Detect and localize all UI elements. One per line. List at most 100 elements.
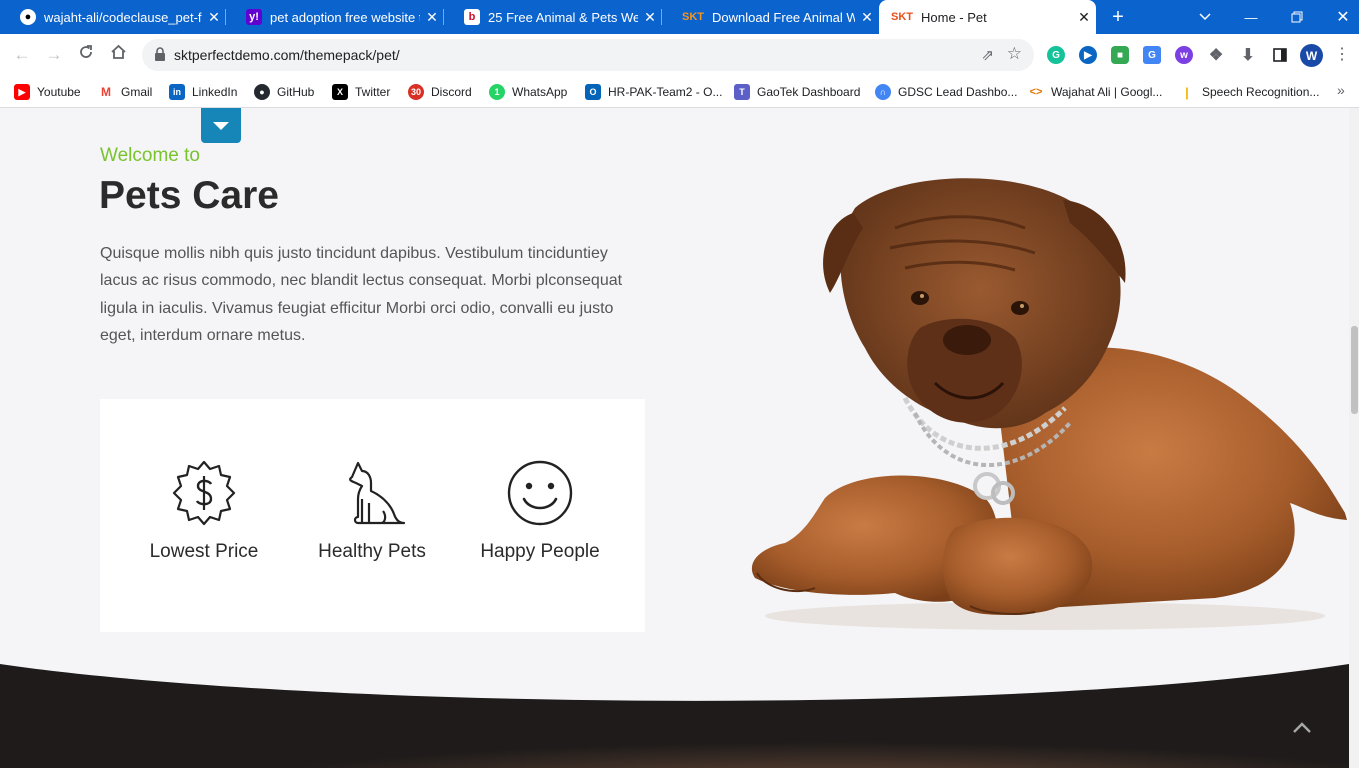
x-icon: X bbox=[332, 84, 348, 100]
scrollbar-thumb[interactable] bbox=[1351, 326, 1358, 414]
tab-github[interactable]: ● wajaht-ali/codeclause_pet-fin ✕ bbox=[0, 0, 226, 34]
bookmark-label: Gmail bbox=[121, 85, 153, 99]
smiley-icon bbox=[507, 460, 573, 526]
feature-healthy-pets: Healthy Pets bbox=[297, 459, 447, 563]
dog-image bbox=[751, 178, 1347, 630]
bookmark-label: LinkedIn bbox=[192, 85, 238, 99]
browser-toolbar: ← → sktperfectdemo.com/themepack/pet/ ⇗ … bbox=[0, 34, 1359, 76]
outlook-icon: O bbox=[585, 84, 601, 100]
features-box: Lowest Price Healthy Pets Happy People bbox=[100, 399, 645, 632]
translate-icon[interactable]: G bbox=[1143, 46, 1161, 64]
feature-label: Happy People bbox=[480, 541, 600, 562]
tab-title: pet adoption free website ter bbox=[270, 9, 420, 25]
extensions-puzzle-icon[interactable]: ❖ bbox=[1207, 46, 1225, 64]
url-text[interactable]: sktperfectdemo.com/themepack/pet/ bbox=[174, 47, 400, 63]
tab-search-button[interactable] bbox=[1182, 0, 1228, 34]
close-icon[interactable]: ✕ bbox=[202, 9, 226, 26]
page-scrollbar[interactable] bbox=[1349, 108, 1359, 768]
home-icon bbox=[110, 44, 126, 59]
bookmark-label: Youtube bbox=[37, 85, 81, 99]
close-icon[interactable]: ✕ bbox=[1072, 9, 1096, 26]
bookmark-label: Speech Recognition... bbox=[1202, 85, 1320, 99]
caret-down-icon bbox=[213, 121, 229, 130]
more-bookmarks-icon[interactable]: » bbox=[1337, 82, 1345, 98]
screen-recorder-icon[interactable]: ▶ bbox=[1079, 46, 1097, 64]
home-button[interactable] bbox=[107, 44, 129, 66]
reload-icon bbox=[80, 45, 92, 58]
bookmark-label: Wajahat Ali | Googl... bbox=[1051, 85, 1163, 99]
bookmark-twitter[interactable]: X Twitter bbox=[332, 82, 390, 102]
dollar-badge-icon bbox=[172, 460, 236, 526]
welcome-subtitle: Welcome to bbox=[100, 145, 200, 166]
tab-download-word[interactable]: SKT Download Free Animal Word ✕ bbox=[662, 0, 879, 34]
download-icon[interactable]: ⬇ bbox=[1239, 46, 1257, 64]
bookmark-star-icon[interactable]: ☆ bbox=[1007, 44, 1022, 64]
back-button[interactable]: ← bbox=[11, 44, 33, 66]
close-icon[interactable]: ✕ bbox=[420, 9, 444, 26]
tab-title: Home - Pet bbox=[921, 9, 987, 25]
extension-purple-icon[interactable]: w bbox=[1175, 46, 1193, 64]
bookmark-label: WhatsApp bbox=[512, 85, 568, 99]
yahoo-icon: y! bbox=[246, 9, 262, 25]
feature-label: Healthy Pets bbox=[318, 541, 426, 562]
chevron-up-icon bbox=[1293, 722, 1311, 733]
github-icon: ● bbox=[20, 9, 36, 25]
bookmark-youtube[interactable]: ▶ Youtube bbox=[14, 82, 81, 102]
code-icon: <> bbox=[1028, 84, 1044, 100]
section-divider-band bbox=[0, 664, 1349, 768]
tab-freeanimal[interactable]: b 25 Free Animal & Pets Websit ✕ bbox=[444, 0, 662, 34]
menu-kebab-icon[interactable]: ⋮ bbox=[1334, 44, 1350, 66]
reload-button[interactable] bbox=[75, 44, 97, 66]
gmail-icon: M bbox=[98, 84, 114, 100]
tab-title: wajaht-ali/codeclause_pet-fin bbox=[44, 9, 202, 25]
scroll-to-top-button[interactable] bbox=[1292, 714, 1312, 740]
youtube-icon: ▶ bbox=[14, 84, 30, 100]
bookmark-github[interactable]: ● GitHub bbox=[254, 82, 314, 102]
address-bar[interactable]: sktperfectdemo.com/themepack/pet/ ⇗ ☆ bbox=[142, 39, 1034, 71]
discord-icon: 30 bbox=[408, 84, 424, 100]
side-panel-icon[interactable] bbox=[1271, 46, 1289, 64]
bookmarks-bar: ▶ Youtube M Gmail in LinkedIn ● GitHub X Twit… bbox=[0, 76, 1359, 108]
bookmark-label: GaoTek Dashboard bbox=[757, 85, 861, 99]
close-icon[interactable]: ✕ bbox=[855, 9, 879, 26]
speech-icon: | bbox=[1179, 84, 1195, 100]
bookmark-label: Twitter bbox=[355, 85, 391, 99]
forward-button[interactable]: → bbox=[43, 44, 65, 66]
hero-description: Quisque mollis nibh quis justo tincidunt… bbox=[100, 245, 623, 344]
restore-button[interactable] bbox=[1274, 0, 1320, 34]
linkedin-icon: in bbox=[169, 84, 185, 100]
close-window-button[interactable]: ✕ bbox=[1320, 0, 1359, 34]
skt-icon: SKT bbox=[682, 11, 704, 23]
bookmark-gdsc[interactable]: ∩ GDSC Lead Dashbo... bbox=[875, 82, 1017, 102]
restore-icon bbox=[1291, 11, 1303, 23]
b-icon: b bbox=[464, 9, 480, 25]
feature-lowest-price: Lowest Price bbox=[129, 459, 279, 563]
bookmark-gmail[interactable]: M Gmail bbox=[98, 82, 152, 102]
avatar[interactable]: W bbox=[1300, 44, 1323, 67]
bookmark-discord[interactable]: 30 Discord bbox=[408, 82, 472, 102]
gdsc-icon: ∩ bbox=[875, 84, 891, 100]
bookmark-label: HR-PAK-Team2 - O... bbox=[608, 85, 723, 99]
minimize-button[interactable]: — bbox=[1228, 0, 1274, 34]
bookmark-wajahat[interactable]: <> Wajahat Ali | Googl... bbox=[1028, 82, 1162, 102]
github-icon: ● bbox=[254, 84, 270, 100]
lock-icon bbox=[155, 47, 165, 61]
bookmark-whatsapp[interactable]: 1 WhatsApp bbox=[489, 82, 567, 102]
bookmark-hr-pak[interactable]: O HR-PAK-Team2 - O... bbox=[585, 82, 722, 102]
extension-green-icon[interactable]: ■ bbox=[1111, 46, 1129, 64]
new-tab-button[interactable]: + bbox=[1106, 5, 1130, 29]
header-toggle-button[interactable] bbox=[201, 108, 241, 143]
share-icon[interactable]: ⇗ bbox=[981, 46, 994, 64]
bookmark-linkedin[interactable]: in LinkedIn bbox=[169, 82, 237, 102]
grammarly-icon[interactable]: G bbox=[1047, 46, 1065, 64]
dog-icon bbox=[349, 461, 406, 525]
tab-home-pet[interactable]: SKT Home - Pet ✕ bbox=[879, 0, 1096, 34]
bookmark-label: GitHub bbox=[277, 85, 315, 99]
close-icon[interactable]: ✕ bbox=[638, 9, 662, 26]
tab-title: 25 Free Animal & Pets Websit bbox=[488, 9, 638, 25]
feature-happy-people: Happy People bbox=[465, 459, 615, 563]
teams-icon: T bbox=[734, 84, 750, 100]
tab-yahoo[interactable]: y! pet adoption free website ter ✕ bbox=[226, 0, 444, 34]
bookmark-speech[interactable]: | Speech Recognition... bbox=[1179, 82, 1319, 102]
bookmark-gaotek[interactable]: T GaoTek Dashboard bbox=[734, 82, 860, 102]
